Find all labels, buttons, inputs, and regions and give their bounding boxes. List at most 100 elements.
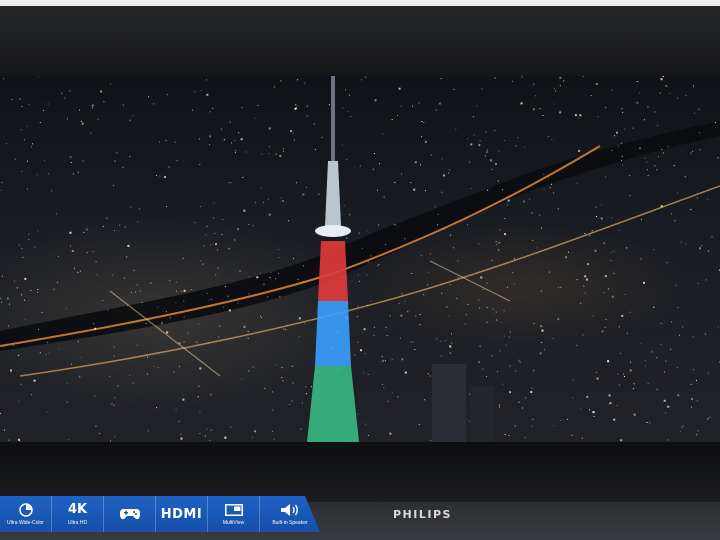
city-light bbox=[203, 245, 205, 247]
city-light bbox=[509, 391, 512, 394]
city-light bbox=[494, 130, 496, 131]
city-light bbox=[51, 190, 53, 192]
city-light bbox=[95, 261, 97, 263]
city-light bbox=[656, 388, 658, 390]
city-light bbox=[238, 132, 240, 134]
city-light bbox=[414, 161, 417, 164]
city-light bbox=[535, 95, 536, 97]
city-light bbox=[593, 416, 595, 417]
city-light bbox=[397, 115, 398, 116]
city-light bbox=[424, 140, 427, 143]
city-light bbox=[434, 206, 436, 208]
city-light bbox=[533, 83, 535, 85]
city-light bbox=[27, 160, 28, 162]
speaker-icon bbox=[280, 502, 300, 518]
city-light bbox=[661, 149, 663, 150]
city-light bbox=[391, 359, 393, 361]
city-light bbox=[492, 308, 494, 310]
city-light bbox=[370, 300, 372, 302]
city-light bbox=[95, 425, 97, 427]
city-light bbox=[667, 439, 669, 441]
city-light bbox=[354, 166, 355, 168]
city-light bbox=[560, 419, 562, 421]
city-light bbox=[427, 373, 429, 375]
city-light bbox=[222, 218, 224, 220]
city-light bbox=[623, 128, 625, 130]
city-light bbox=[504, 233, 506, 236]
city-light bbox=[68, 439, 70, 440]
city-light bbox=[127, 305, 128, 307]
city-light bbox=[298, 336, 300, 338]
city-light bbox=[281, 200, 284, 203]
city-light bbox=[133, 269, 135, 271]
city-light bbox=[381, 360, 384, 362]
city-light bbox=[318, 193, 320, 195]
city-light bbox=[643, 281, 645, 284]
city-light bbox=[592, 411, 595, 414]
city-light bbox=[677, 307, 679, 309]
city-light bbox=[27, 188, 28, 190]
city-light bbox=[175, 302, 177, 304]
city-light bbox=[636, 81, 638, 82]
city-light bbox=[28, 233, 30, 235]
city-light bbox=[438, 102, 441, 105]
city-light bbox=[663, 399, 666, 402]
city-light bbox=[102, 226, 104, 227]
city-light bbox=[278, 273, 279, 274]
city-light bbox=[711, 236, 713, 238]
city-light bbox=[565, 256, 567, 259]
city-light bbox=[94, 327, 97, 330]
city-light bbox=[697, 430, 699, 432]
city-light bbox=[291, 365, 293, 367]
city-light bbox=[584, 292, 586, 294]
city-light bbox=[707, 250, 709, 252]
city-light bbox=[176, 160, 178, 162]
city-light bbox=[6, 297, 9, 300]
feature-caption: Ultra Wide-Color bbox=[7, 519, 44, 526]
city-light bbox=[457, 276, 459, 278]
city-light bbox=[613, 250, 615, 252]
city-light bbox=[451, 333, 452, 335]
city-light bbox=[357, 341, 359, 343]
city-light bbox=[296, 105, 298, 107]
city-light bbox=[547, 136, 549, 138]
city-light bbox=[385, 326, 387, 328]
city-light bbox=[640, 343, 642, 345]
city-light bbox=[704, 333, 706, 335]
city-light bbox=[166, 331, 169, 334]
city-light bbox=[530, 391, 533, 393]
city-light bbox=[77, 171, 79, 173]
city-light bbox=[470, 143, 473, 146]
city-light bbox=[487, 189, 489, 191]
city-light bbox=[21, 106, 23, 107]
city-light bbox=[26, 125, 28, 127]
city-light bbox=[515, 370, 516, 372]
city-light bbox=[199, 367, 202, 370]
city-light bbox=[691, 406, 692, 408]
city-light bbox=[248, 276, 250, 278]
city-light bbox=[412, 341, 414, 343]
city-light bbox=[361, 79, 363, 81]
city-light bbox=[206, 93, 209, 96]
city-light bbox=[624, 376, 625, 377]
city-light bbox=[618, 384, 620, 386]
city-light bbox=[532, 108, 535, 111]
city-light bbox=[372, 168, 374, 170]
city-light bbox=[283, 151, 284, 153]
city-light bbox=[69, 231, 72, 234]
city-light bbox=[306, 186, 307, 188]
city-light bbox=[254, 117, 256, 119]
city-light bbox=[486, 321, 488, 323]
city-light bbox=[515, 145, 517, 147]
city-light bbox=[241, 107, 243, 109]
city-light bbox=[478, 299, 480, 301]
city-light bbox=[227, 295, 229, 297]
city-light bbox=[267, 296, 269, 298]
city-light bbox=[520, 102, 523, 105]
city-light bbox=[373, 326, 375, 328]
city-light bbox=[706, 198, 708, 200]
city-light bbox=[264, 387, 266, 389]
city-light bbox=[358, 232, 360, 234]
city-light bbox=[209, 111, 211, 113]
city-light bbox=[486, 307, 488, 309]
